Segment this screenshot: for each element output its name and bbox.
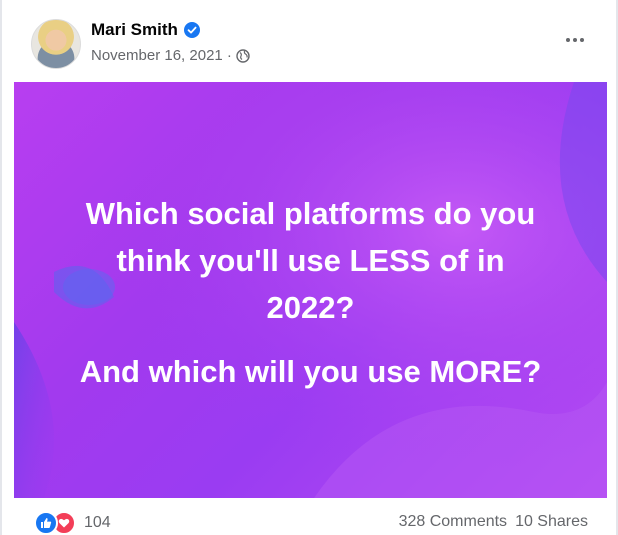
reaction-count: 104 xyxy=(84,514,111,531)
dot-icon xyxy=(580,38,584,42)
verified-badge-icon xyxy=(183,22,200,38)
like-icon xyxy=(34,511,58,535)
more-options-icon[interactable] xyxy=(560,28,590,52)
followup-text: And which will you use MORE? xyxy=(79,354,542,389)
dot-icon xyxy=(573,38,577,42)
comments-count-link[interactable]: 328 Comments xyxy=(399,513,508,531)
author-row: Mari Smith xyxy=(91,20,200,40)
post-image[interactable]: Which social platforms do you think you'… xyxy=(14,82,607,498)
post-meta: November 16, 2021 · xyxy=(91,47,250,64)
question-line: think you'll use LESS of in xyxy=(116,243,505,278)
question-line: Which social platforms do you xyxy=(85,196,536,231)
author-avatar[interactable] xyxy=(31,19,81,69)
facebook-post: Mari Smith November 16, 2021 · Which soc… xyxy=(0,0,618,535)
dot-icon xyxy=(566,38,570,42)
reactions-summary[interactable]: 104 xyxy=(34,511,111,535)
question-line: 2022? xyxy=(266,290,355,325)
post-header: Mari Smith November 16, 2021 · xyxy=(2,0,616,80)
post-footer: 104 328 Comments 10 Shares xyxy=(2,502,616,535)
shares-count-link[interactable]: 10 Shares xyxy=(515,513,588,531)
post-date[interactable]: November 16, 2021 · xyxy=(91,47,232,64)
engagement-counts: 328 Comments 10 Shares xyxy=(399,513,588,531)
question-text: Which social platforms do you think you'… xyxy=(14,190,607,331)
globe-icon xyxy=(236,48,250,63)
author-name[interactable]: Mari Smith xyxy=(91,20,178,40)
